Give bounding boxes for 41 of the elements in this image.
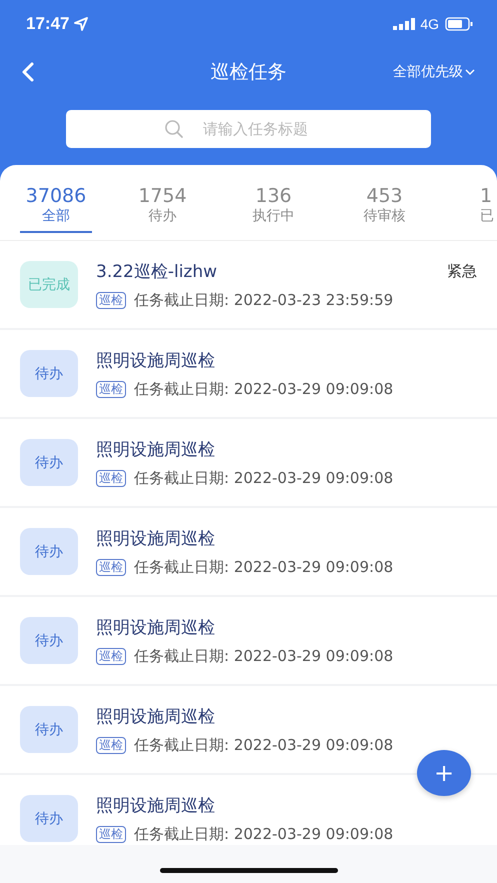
- type-tag: 巡检: [96, 826, 126, 842]
- caret-icon: [465, 68, 475, 76]
- status-badge: 待办: [20, 706, 78, 753]
- task-title[interactable]: 照明设施周巡检: [96, 616, 477, 638]
- task-title[interactable]: 3.22巡检-lizhw: [96, 260, 447, 282]
- priority-filter[interactable]: 全部优先级: [393, 63, 475, 81]
- network-type: 4G: [420, 16, 439, 32]
- deadline-text: 任务截止日期: 2022-03-23 23:59:59: [134, 290, 394, 310]
- type-tag: 巡检: [96, 558, 126, 576]
- deadline-text: 任务截止日期: 2022-03-29 09:09:08: [134, 468, 394, 488]
- type-tag: 巡检: [96, 292, 126, 308]
- type-tag: 巡检: [96, 380, 126, 398]
- deadline-text: 任务截止日期: 2022-03-29 09:09:08: [134, 558, 394, 576]
- deadline-text: 任务截止日期: 2022-03-29 09:09:08: [134, 380, 394, 398]
- battery-icon: [445, 17, 473, 31]
- task-title[interactable]: 照明设施周巡检: [96, 438, 477, 460]
- search-field[interactable]: 请输入任务标题: [66, 110, 431, 148]
- status-badge: 待办: [20, 617, 78, 664]
- page-title: 巡检任务: [210, 60, 286, 85]
- deadline-text: 任务截止日期: 2022-03-29 09:09:08: [134, 824, 394, 844]
- status-badge: 待办: [20, 350, 78, 397]
- type-tag: 巡检: [96, 648, 126, 664]
- status-tab[interactable]: 37086 全部: [20, 185, 92, 233]
- type-tag: 巡检: [96, 736, 126, 754]
- location-arrow-icon: [74, 17, 88, 31]
- status-badge: 待办: [20, 795, 78, 842]
- task-title[interactable]: 照明设施周巡检: [96, 348, 477, 372]
- deadline-text: 任务截止日期: 2022-03-29 09:09:08: [134, 736, 394, 754]
- type-tag: 巡检: [96, 470, 126, 486]
- signal-icon: [393, 18, 416, 30]
- status-badge: 待办: [20, 439, 78, 486]
- deadline-text: 任务截止日期: 2022-03-29 09:09:08: [134, 646, 394, 666]
- status-badge: 待办: [20, 528, 78, 575]
- search-icon: [164, 119, 184, 139]
- task-title[interactable]: 照明设施周巡检: [96, 794, 477, 816]
- status-badge: 已完成: [20, 261, 78, 308]
- back-icon[interactable]: [20, 61, 36, 83]
- task-title[interactable]: 照明设施周巡检: [96, 704, 477, 728]
- priority-label: 紧急: [447, 262, 477, 280]
- task-title[interactable]: 照明设施周巡检: [96, 526, 477, 550]
- status-time: 17:47: [26, 14, 70, 34]
